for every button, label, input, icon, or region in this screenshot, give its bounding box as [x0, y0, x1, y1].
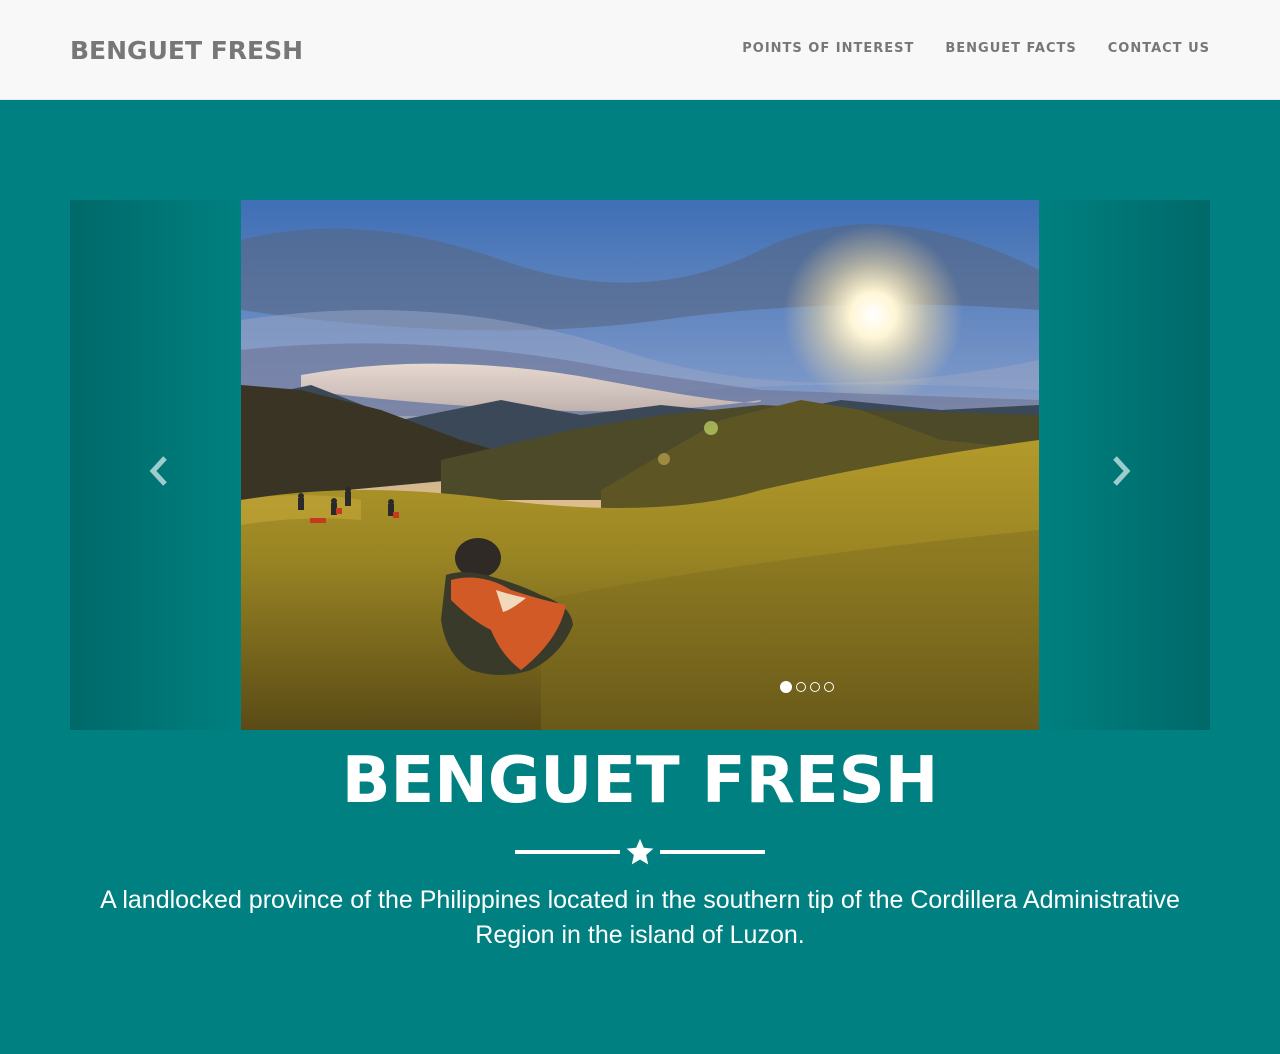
star-divider: [515, 836, 765, 868]
divider-line-right: [660, 850, 765, 854]
carousel-indicator-4[interactable]: [824, 682, 834, 692]
nav-links: POINTS OF INTEREST BENGUET FACTS CONTACT…: [742, 41, 1210, 56]
image-carousel: [70, 200, 1210, 730]
divider-line-left: [515, 850, 620, 854]
chevron-right-icon: [1113, 456, 1131, 486]
carousel-slide-image: [241, 200, 1039, 730]
hero-tagline: A landlocked province of the Philippines…: [100, 886, 1180, 949]
hero-title: BENGUET FRESH: [341, 744, 939, 818]
carousel-indicator-2[interactable]: [796, 682, 806, 692]
carousel-indicator-3[interactable]: [810, 682, 820, 692]
carousel-next-button[interactable]: [1039, 200, 1210, 730]
carousel-indicator-1[interactable]: [780, 681, 792, 693]
mountain-landscape-image: [241, 200, 1039, 730]
nav-link-benguet-facts[interactable]: BENGUET FACTS: [945, 41, 1076, 56]
chevron-left-icon: [149, 456, 167, 486]
navbar: BENGUET FRESH POINTS OF INTEREST BENGUET…: [0, 0, 1280, 100]
star-icon: [626, 838, 654, 865]
nav-link-contact-us[interactable]: CONTACT US: [1108, 41, 1210, 56]
brand-link[interactable]: BENGUET FRESH: [70, 36, 303, 65]
nav-link-points-of-interest[interactable]: POINTS OF INTEREST: [742, 41, 914, 56]
carousel-indicators: [780, 681, 834, 693]
carousel-prev-button[interactable]: [70, 200, 241, 730]
